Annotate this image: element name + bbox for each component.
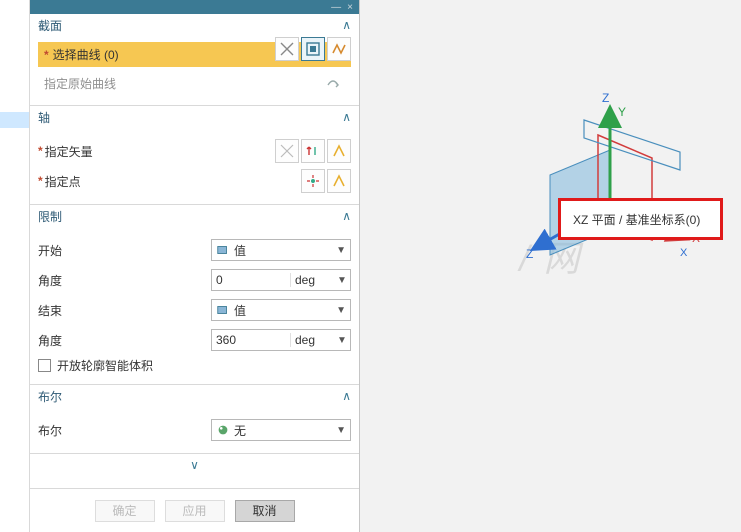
curve-tool-a-icon[interactable] xyxy=(275,37,299,61)
section-header-cross[interactable]: 截面 ∧ xyxy=(30,14,359,36)
section-boolean: 布尔 ∧ 布尔 无 ▼ xyxy=(30,385,359,454)
vector-tool-a-icon[interactable] xyxy=(275,139,299,163)
section-title: 限制 xyxy=(38,208,62,225)
input-value[interactable]: 360 xyxy=(212,333,290,347)
collapse-caret-icon: ∧ xyxy=(342,389,351,403)
section-cross-section: 截面 ∧ * 选择曲线 (0) xyxy=(30,14,359,106)
svg-text:X: X xyxy=(680,247,688,259)
left-margin-strip xyxy=(0,0,30,532)
section-header-boolean[interactable]: 布尔 ∧ xyxy=(30,385,359,407)
chevron-down-icon: ▼ xyxy=(336,305,346,316)
section-axis: 轴 ∧ * 指定矢量 xyxy=(30,106,359,205)
curve-tool-b-icon[interactable] xyxy=(301,37,325,61)
svg-text:Z: Z xyxy=(526,247,533,261)
chevron-down-icon[interactable]: ▼ xyxy=(334,335,350,346)
angle-label: 角度 xyxy=(38,332,62,349)
axes-gizmo: Z Y X X Z xyxy=(480,80,710,310)
point-tool-a-icon[interactable] xyxy=(301,169,325,193)
end-mode-dropdown[interactable]: 值 ▼ xyxy=(211,299,351,321)
checkbox-icon[interactable] xyxy=(38,359,51,372)
panel-header: — × xyxy=(30,0,359,14)
ok-button[interactable]: 确定 xyxy=(95,500,155,522)
point-label: 指定点 xyxy=(45,173,81,190)
end-label: 结束 xyxy=(38,302,62,319)
section-limit: 限制 ∧ 开始 值 ▼ 角度 0 deg xyxy=(30,205,359,385)
panel-close-icon[interactable]: × xyxy=(347,2,353,13)
unit-label: deg xyxy=(290,333,334,347)
dropdown-value: 值 xyxy=(234,242,246,259)
collapse-caret-icon: ∧ xyxy=(342,18,351,32)
vector-tool-c-icon[interactable] xyxy=(327,139,351,163)
chevron-down-icon[interactable]: ▼ xyxy=(334,275,350,286)
angle-label: 角度 xyxy=(38,272,62,289)
expand-caret-icon: ∨ xyxy=(190,458,199,472)
vector-label: 指定矢量 xyxy=(45,143,93,160)
chevron-down-icon: ▼ xyxy=(336,245,346,256)
open-profile-label: 开放轮廓智能体积 xyxy=(57,357,153,374)
input-value[interactable]: 0 xyxy=(212,273,290,287)
point-tool-b-icon[interactable] xyxy=(327,169,351,193)
required-asterisk-icon: * xyxy=(38,174,43,188)
collapse-caret-icon: ∧ xyxy=(342,110,351,124)
required-asterisk-icon: * xyxy=(38,144,43,158)
collapse-caret-icon: ∧ xyxy=(342,209,351,223)
viewport-3d[interactable]: / 网 Z Y X X Z XZ 平面 / 基准 xyxy=(360,0,741,532)
open-profile-checkbox-row[interactable]: 开放轮廓智能体积 xyxy=(38,357,351,374)
bool-label: 布尔 xyxy=(38,422,62,439)
dropdown-value: 无 xyxy=(234,422,246,439)
svg-text:Z: Z xyxy=(602,91,609,105)
vector-tool-b-icon[interactable] xyxy=(301,139,325,163)
orig-curve-row: 指定原始曲线 xyxy=(38,67,351,99)
section-title: 布尔 xyxy=(38,388,62,405)
dropdown-value: 值 xyxy=(234,302,246,319)
callout-text: XZ 平面 / 基准坐标系(0) xyxy=(573,211,700,228)
orig-curve-arrow-icon[interactable] xyxy=(321,71,345,95)
end-angle-input[interactable]: 360 deg ▼ xyxy=(211,329,351,351)
cancel-button[interactable]: 取消 xyxy=(235,500,295,522)
boolean-dropdown[interactable]: 无 ▼ xyxy=(211,419,351,441)
section-header-axis[interactable]: 轴 ∧ xyxy=(30,106,359,128)
panel-footer: 确定 应用 取消 xyxy=(30,488,359,532)
svg-text:Y: Y xyxy=(618,105,626,119)
plane-callout: XZ 平面 / 基准坐标系(0) xyxy=(558,198,723,240)
start-angle-input[interactable]: 0 deg ▼ xyxy=(211,269,351,291)
apply-button[interactable]: 应用 xyxy=(165,500,225,522)
start-label: 开始 xyxy=(38,242,62,259)
section-title: 截面 xyxy=(38,17,62,34)
curve-tool-c-icon[interactable] xyxy=(327,37,351,61)
section-more-caret[interactable]: ∨ xyxy=(30,454,359,476)
section-title: 轴 xyxy=(38,109,50,126)
chevron-down-icon: ▼ xyxy=(336,425,346,436)
section-header-limit[interactable]: 限制 ∧ xyxy=(30,205,359,227)
start-mode-dropdown[interactable]: 值 ▼ xyxy=(211,239,351,261)
panel-min-icon[interactable]: — xyxy=(331,2,341,13)
unit-label: deg xyxy=(290,273,334,287)
orig-curve-label: 指定原始曲线 xyxy=(44,75,116,92)
properties-panel: — × 截面 ∧ * 选择曲线 (0) xyxy=(30,0,360,532)
